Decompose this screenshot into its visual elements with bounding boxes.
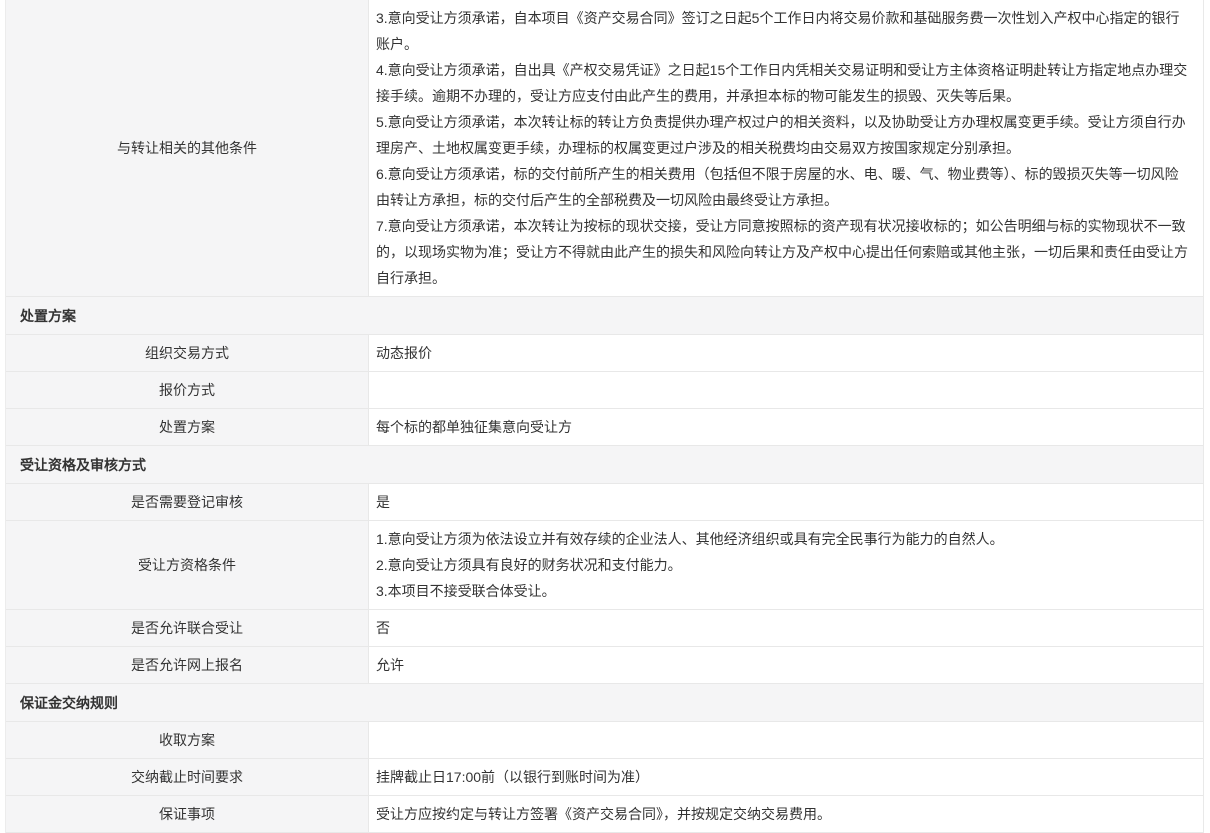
table-row: 交纳截止时间要求挂牌截止日17:00前（以银行到账时间为准） [6,759,1203,796]
row-value: 1.意向受让方须为依法设立并有效存续的企业法人、其他经济组织或具有完全民事行为能… [369,521,1203,609]
row-value-paragraph: 1.意向受让方须为依法设立并有效存续的企业法人、其他经济组织或具有完全民事行为能… [376,526,1189,552]
row-value-paragraph: 4.意向受让方须承诺，自出具《产权交易凭证》之日起15个工作日内凭相关交易证明和… [376,57,1189,109]
section-header-row: 处置方案 [6,297,1203,335]
row-label: 报价方式 [6,372,369,408]
row-label: 交纳截止时间要求 [6,759,369,795]
table-row: 与转让相关的其他条件3.意向受让方须承诺，自本项目《资产交易合同》签订之日起5个… [6,0,1203,297]
row-value: 挂牌截止日17:00前（以银行到账时间为准） [369,759,1203,795]
table-row: 受让方资格条件 1.意向受让方须为依法设立并有效存续的企业法人、其他经济组织或具有… [6,521,1203,610]
row-value: 3.意向受让方须承诺，自本项目《资产交易合同》签订之日起5个工作日内将交易价款和… [369,0,1203,296]
row-value-paragraph: 3.意向受让方须承诺，自本项目《资产交易合同》签订之日起5个工作日内将交易价款和… [376,5,1189,57]
listing-detail-table: 与转让相关的其他条件3.意向受让方须承诺，自本项目《资产交易合同》签订之日起5个… [5,0,1204,833]
row-label: 与转让相关的其他条件 [6,0,369,296]
table-row: 报价方式 [6,372,1203,409]
section-header-row: 保证金交纳规则 [6,684,1203,722]
row-value-paragraph: 7.意向受让方须承诺，本次转让为按标的现状交接，受让方同意按照标的资产现有状况接… [376,213,1189,291]
row-label: 收取方案 [6,722,369,758]
section-title: 受让资格及审核方式 [20,455,146,475]
row-value-paragraph: 6.意向受让方须承诺，标的交付前所产生的相关费用（包括但不限于房屋的水、电、暖、… [376,161,1189,213]
row-value: 是 [369,484,1203,520]
row-label: 保证事项 [6,796,369,832]
row-label: 是否允许联合受让 [6,610,369,646]
row-value: 否 [369,610,1203,646]
row-value: 动态报价 [369,335,1203,371]
row-value [369,722,1203,758]
asset-listing-detail-page: 与转让相关的其他条件3.意向受让方须承诺，自本项目《资产交易合同》签订之日起5个… [0,0,1210,833]
row-label: 是否需要登记审核 [6,484,369,520]
table-row: 处置方案每个标的都单独征集意向受让方 [6,409,1203,446]
row-label: 受让方资格条件 [6,521,369,609]
row-value: 允许 [369,647,1203,683]
row-label: 处置方案 [6,409,369,445]
section-title: 处置方案 [20,306,76,326]
section-title: 保证金交纳规则 [20,693,118,713]
table-row: 收取方案 [6,722,1203,759]
row-value-paragraph: 3.本项目不接受联合体受让。 [376,578,1189,604]
table-row: 组织交易方式动态报价 [6,335,1203,372]
table-row: 是否允许联合受让否 [6,610,1203,647]
section-header-row: 受让资格及审核方式 [6,446,1203,484]
row-value: 受让方应按约定与转让方签署《资产交易合同》，并按规定交纳交易费用。 [369,796,1203,832]
row-label: 是否允许网上报名 [6,647,369,683]
row-value-paragraph: 5.意向受让方须承诺，本次转让标的转让方负责提供办理产权过户的相关资料，以及协助… [376,109,1189,161]
table-row: 是否允许网上报名允许 [6,647,1203,684]
row-value [369,372,1203,408]
table-row: 保证事项受让方应按约定与转让方签署《资产交易合同》，并按规定交纳交易费用。 [6,796,1203,833]
row-value-paragraph: 2.意向受让方须具有良好的财务状况和支付能力。 [376,552,1189,578]
row-value: 每个标的都单独征集意向受让方 [369,409,1203,445]
table-row: 是否需要登记审核是 [6,484,1203,521]
row-label: 组织交易方式 [6,335,369,371]
